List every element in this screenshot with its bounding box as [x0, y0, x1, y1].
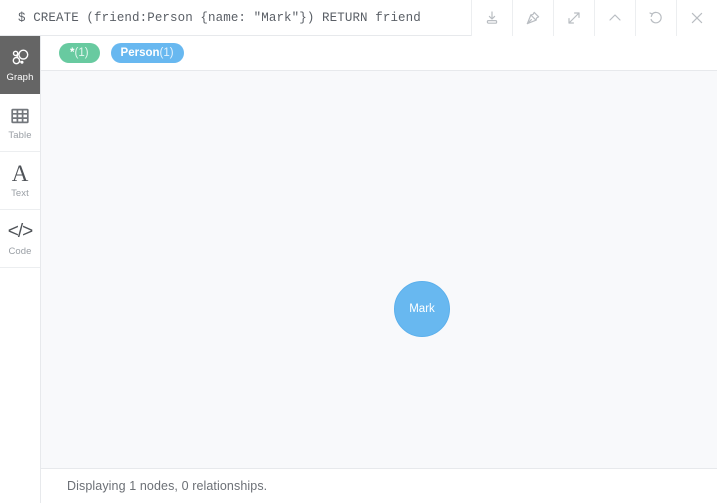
result-toolbar	[471, 0, 717, 36]
close-icon	[688, 9, 706, 27]
text-icon: A	[11, 160, 29, 186]
expand-icon	[565, 9, 583, 27]
legend-chip-row: * (1) Person (1)	[41, 36, 717, 71]
view-sidebar: Graph Table A Text </> Code	[0, 36, 41, 503]
legend-chip-name: Person	[120, 47, 160, 59]
sidebar-item-label: Table	[8, 129, 32, 141]
sidebar-item-label: Code	[8, 245, 32, 257]
graph-canvas[interactable]: Mark	[41, 71, 717, 468]
legend-chip-count: (1)	[159, 47, 174, 59]
status-bar: Displaying 1 nodes, 0 relationships.	[41, 468, 717, 503]
download-icon	[483, 9, 501, 27]
sidebar-item-label: Text	[11, 187, 29, 199]
graph-panel: * (1) Person (1) Mark Displaying 1 nodes, …	[41, 36, 717, 503]
legend-chip-count: (1)	[74, 47, 89, 59]
query-header: $ CREATE (friend:Person {name: "Mark"}) …	[0, 0, 717, 36]
sidebar-item-graph[interactable]: Graph	[0, 36, 40, 94]
rerun-button[interactable]	[635, 0, 676, 36]
collapse-button[interactable]	[594, 0, 635, 36]
download-button[interactable]	[471, 0, 512, 36]
sidebar-item-table[interactable]: Table	[0, 94, 40, 152]
close-button[interactable]	[676, 0, 717, 36]
pin-button[interactable]	[512, 0, 553, 36]
chevron-up-icon	[606, 9, 624, 27]
sidebar-item-text[interactable]: A Text	[0, 152, 40, 210]
legend-chip-all[interactable]: * (1)	[59, 43, 100, 63]
query-text: $ CREATE (friend:Person {name: "Mark"}) …	[18, 10, 421, 25]
query-bar[interactable]: $ CREATE (friend:Person {name: "Mark"}) …	[0, 0, 471, 35]
graph-node[interactable]: Mark	[394, 281, 450, 337]
pin-icon	[524, 9, 542, 27]
sidebar-item-label: Graph	[6, 71, 34, 83]
code-icon: </>	[7, 220, 34, 242]
table-icon	[9, 105, 31, 127]
graph-icon	[9, 47, 31, 69]
sidebar-item-code[interactable]: </> Code	[0, 210, 40, 268]
result-frame: $ CREATE (friend:Person {name: "Mark"}) …	[0, 0, 717, 503]
fullscreen-button[interactable]	[553, 0, 594, 36]
legend-chip-person[interactable]: Person (1)	[110, 43, 184, 63]
refresh-icon	[647, 9, 665, 27]
status-text: Displaying 1 nodes, 0 relationships.	[67, 479, 268, 493]
graph-node-caption: Mark	[409, 302, 435, 315]
